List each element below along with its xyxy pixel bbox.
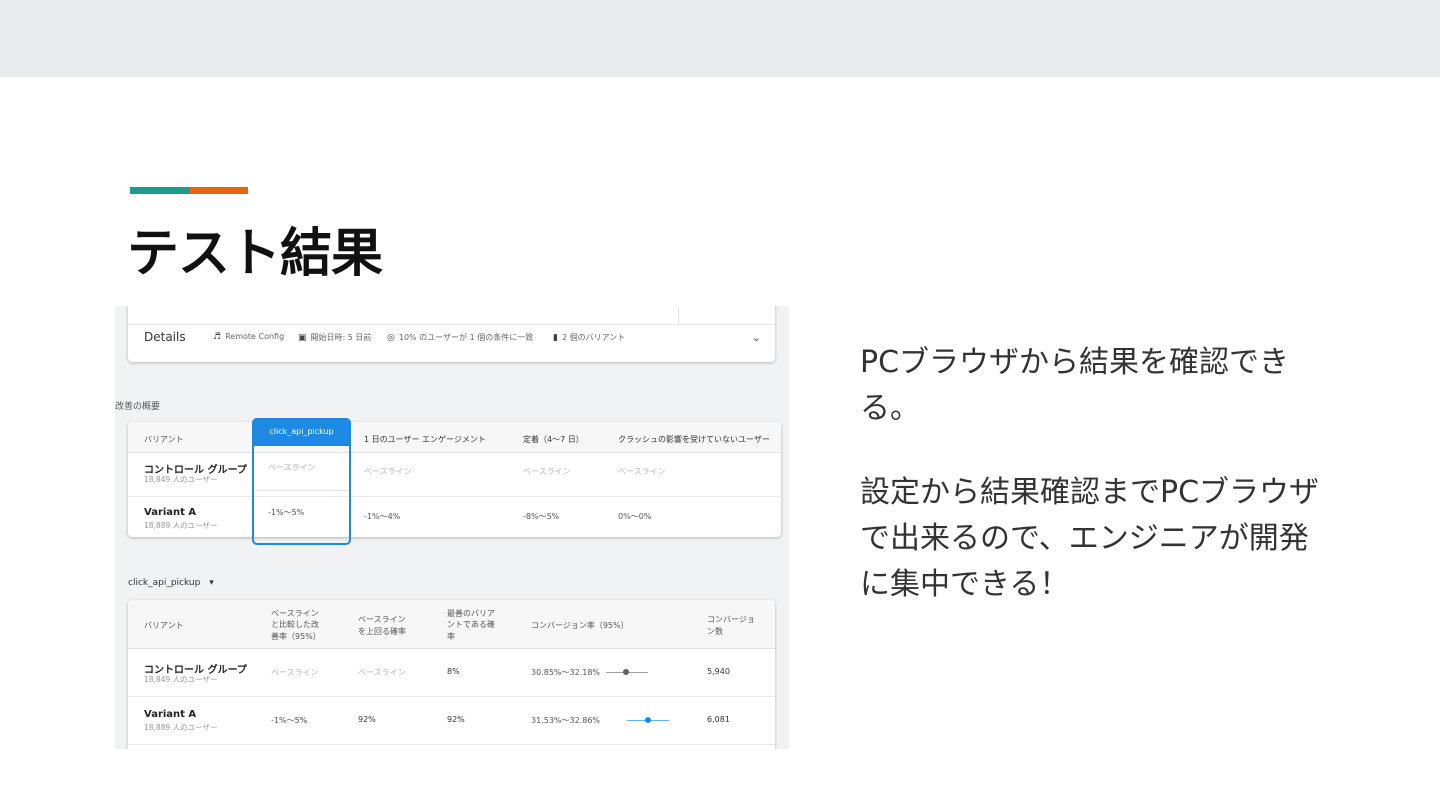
accent-teal-segment — [130, 187, 190, 194]
col-header-conversions-1: コンバージョ — [707, 615, 755, 624]
variant-users: 18,889 人のユーザー — [144, 723, 218, 732]
meta-text: 2 個のバリアント — [561, 333, 626, 342]
conv-rate-value: 31.53%〜32.86% — [531, 716, 601, 725]
summary-value: ベースライン — [523, 467, 571, 476]
summary-value: ベースライン — [268, 463, 316, 472]
summary-value: ベースライン — [364, 467, 412, 476]
dropdown-arrow-icon: ▾ — [209, 578, 214, 588]
col-header-retention[interactable]: 定着（4〜7 日） — [523, 434, 584, 445]
results-screenshot: Details ♬ Remote Config ▣ 開始日時: 5 日前 ◎ 10% … — [115, 306, 789, 749]
summary-value: ベースライン — [618, 467, 666, 476]
row-divider — [128, 744, 775, 745]
meta-variants: ▮ 2 個のバリアント — [553, 332, 625, 343]
meta-remote-config: ♬ Remote Config — [213, 332, 284, 342]
col-header-prob-beat-1: ベースライン — [358, 615, 406, 624]
metric-selector[interactable]: click_api_pickup ▾ — [128, 578, 214, 588]
meta-targeting: ◎ 10% のユーザーが 1 個の条件に一致 — [387, 332, 533, 343]
col-header-improvement-3: 善率（95%） — [271, 632, 321, 641]
slide-title: テスト結果 — [127, 224, 383, 284]
col-header-prob-best-1: 最善のバリア — [447, 609, 495, 618]
experiment-details-card[interactable]: Details ♬ Remote Config ▣ 開始日時: 5 日前 ◎ 10% … — [128, 306, 775, 362]
row-divider — [128, 496, 781, 497]
meta-text: 開始日時: 5 日前 — [310, 333, 372, 342]
divider — [128, 324, 775, 325]
prob-best-value: 92% — [447, 715, 465, 724]
conversions-value: 6,081 — [707, 715, 730, 724]
col-header-variant: バリアント — [144, 435, 184, 444]
improvement-value: -1%〜5% — [271, 716, 308, 725]
summary-value: 0%〜0% — [618, 512, 652, 521]
col-header-engagement[interactable]: 1 日のユーザー エンゲージメント — [364, 434, 486, 445]
body-paragraph-2: 設定から結果確認までPCブラウザで出来るので、エンジニアが開発に集中できる！ — [860, 475, 1320, 602]
row-divider — [254, 490, 349, 491]
confidence-interval-bar — [627, 717, 669, 723]
details-title: Details — [144, 330, 186, 344]
confidence-interval-dot — [623, 669, 629, 675]
variant-name: Variant A — [144, 507, 197, 518]
col-header-prob-beat-2: を上回る確率 — [358, 627, 406, 636]
highlighted-metric-column[interactable]: click_api_pickup ベースライン -1%〜5% — [252, 418, 351, 545]
calendar-icon: ▣ — [298, 333, 307, 343]
meta-text: Remote Config — [225, 332, 285, 341]
variant-users: 18,889 人のユーザー — [144, 521, 218, 530]
summary-value: -8%〜5% — [523, 512, 560, 521]
col-header-crash-free[interactable]: クラッシュの影響を受けていないユーザー — [618, 434, 770, 445]
body-paragraph-1: PCブラウザから結果を確認できる。 — [860, 345, 1290, 426]
prob-beat-value: 92% — [358, 715, 376, 724]
divider — [678, 306, 679, 324]
variant-name: Variant A — [144, 709, 197, 720]
conversions-value: 5,940 — [707, 667, 730, 676]
accent-orange-segment — [190, 187, 248, 194]
metric-selector-label: click_api_pickup — [128, 578, 201, 588]
col-header-conv-rate: コンバージョン率（95%） — [531, 621, 629, 630]
title-accent-bar — [130, 187, 248, 194]
highlighted-column-header[interactable]: click_api_pickup — [252, 418, 351, 446]
variants-icon: ▮ — [553, 333, 558, 343]
meta-text: 10% のユーザーが 1 個の条件に一致 — [398, 333, 534, 342]
col-header-improvement-1: ベースライン — [271, 609, 319, 618]
summary-value: -1%〜4% — [364, 512, 401, 521]
summary-table: バリアント 1 日のユーザー エンゲージメント 定着（4〜7 日） クラッシュの… — [128, 422, 781, 537]
summary-value: -1%〜5% — [268, 508, 305, 517]
variant-users: 18,849 人のユーザー — [144, 675, 218, 684]
confidence-interval-dot — [645, 717, 651, 723]
col-header-conversions-2: ン数 — [707, 627, 723, 636]
row-divider — [128, 696, 775, 697]
summary-label: 改善の概要 — [115, 402, 161, 412]
col-header-variant: バリアント — [144, 621, 184, 630]
confidence-interval-bar — [606, 669, 648, 675]
col-header-prob-best-3: 率 — [447, 632, 455, 641]
top-band — [0, 0, 1440, 77]
col-header-improvement-2: と比較した改 — [271, 620, 319, 629]
improvement-value: ベースライン — [271, 668, 319, 677]
target-icon: ◎ — [387, 333, 395, 343]
remote-config-icon: ♬ — [213, 332, 222, 342]
variant-users: 18,849 人のユーザー — [144, 475, 218, 484]
metric-detail-table: バリアント ベースライン と比較した改 善率（95%） ベースライン を上回る確… — [128, 600, 775, 749]
prob-beat-value: ベースライン — [358, 668, 406, 677]
chevron-down-icon[interactable]: ⌄ — [752, 331, 761, 344]
meta-start-date: ▣ 開始日時: 5 日前 — [298, 332, 371, 343]
conv-rate-value: 30.85%〜32.18% — [531, 668, 601, 677]
col-header-prob-best-2: ントである確 — [447, 620, 495, 629]
prob-best-value: 8% — [447, 667, 460, 676]
